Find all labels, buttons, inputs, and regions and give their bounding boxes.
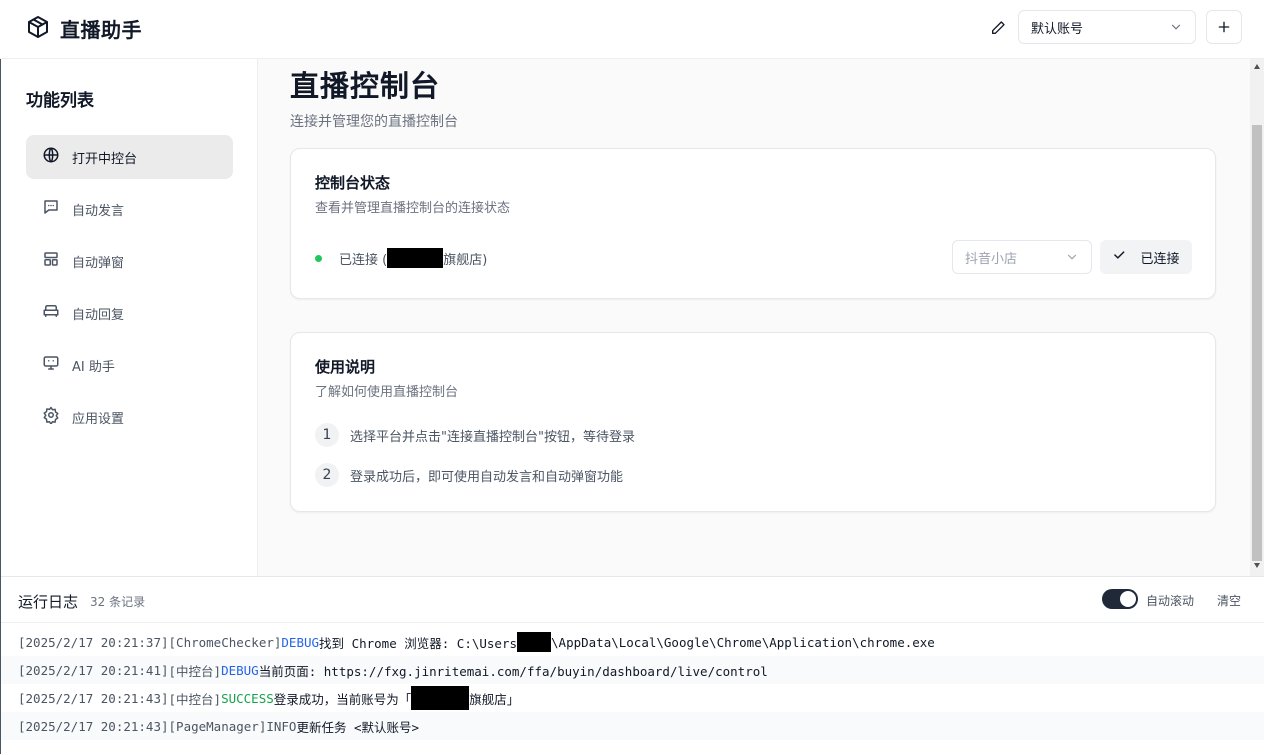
- gear-icon: [42, 406, 60, 428]
- connection-status: 已连接 ( 旗舰店): [315, 248, 487, 268]
- sidebar-item-label: 自动弹窗: [72, 255, 125, 271]
- log-level: DEBUG: [281, 634, 320, 650]
- sidebar-item-label: 应用设置: [72, 411, 125, 427]
- platform-select[interactable]: 抖音小店: [952, 240, 1092, 274]
- step-text: 选择平台并点击"连接直播控制台"按钮，等待登录: [350, 429, 635, 445]
- app-title: 直播助手: [60, 18, 142, 42]
- status-dot: [315, 254, 322, 262]
- log-level: DEBUG: [221, 662, 259, 678]
- card-description: 查看并管理直播控制台的连接状态: [315, 201, 511, 216]
- log-entry: [2025/2/17 20:21:43] [PageManager] INFO …: [1, 712, 1264, 740]
- card-title: 使用说明: [315, 358, 376, 376]
- platform-select-value: 抖音小店: [965, 251, 1018, 267]
- log-count: 32 条记录: [90, 595, 146, 609]
- account-select-value: 默认账号: [1031, 21, 1084, 37]
- log-message: 旗舰店」: [469, 691, 520, 707]
- usage-guide-card: 使用说明 了解如何使用直播控制台 1 选择平台并点击"连接直播控制台"按钮，等待…: [290, 332, 1216, 512]
- status-prefix: 已连接 (: [339, 252, 388, 268]
- step-number: 2: [315, 463, 339, 487]
- sidebar-item-auto-message[interactable]: 自动发言: [26, 187, 233, 231]
- account-select[interactable]: 默认账号: [1018, 10, 1196, 44]
- monitor-icon: [42, 354, 60, 376]
- log-level: SUCCESS: [221, 690, 274, 706]
- redacted-block: [517, 632, 552, 652]
- message-icon: [42, 198, 60, 220]
- sidebar-item-ai-assistant[interactable]: AI 助手: [26, 343, 233, 387]
- guide-step: 2 登录成功后，即可使用自动发言和自动弹窗功能: [315, 463, 623, 487]
- sidebar: 功能列表 打开中控台 自动发言 自动弹窗 自动回复 AI 助手 应用设置: [1, 59, 258, 576]
- clear-logs-button[interactable]: 清空: [1217, 592, 1241, 609]
- sidebar-item-label: 自动回复: [72, 307, 125, 323]
- log-timestamp: [2025/2/17 20:21:41]: [18, 662, 169, 678]
- scroll-down-arrow-icon[interactable]: [1250, 561, 1264, 573]
- page-subtitle: 连接并管理您的直播控制台: [290, 114, 458, 130]
- log-timestamp: [2025/2/17 20:21:43]: [18, 690, 169, 706]
- log-message: 当前页面: https://fxg.jinritemai.com/ffa/buy…: [258, 663, 768, 679]
- log-source: [中控台]: [168, 663, 222, 679]
- autoscroll-toggle[interactable]: [1102, 589, 1138, 609]
- autoscroll-label: 自动滚动: [1146, 594, 1195, 608]
- log-header: 运行日志 32 条记录 自动滚动 清空: [1, 577, 1264, 623]
- main-scrollbar[interactable]: [1250, 59, 1264, 576]
- log-source: [中控台]: [168, 691, 222, 707]
- layout-icon: [42, 250, 60, 272]
- edit-account-button[interactable]: [986, 16, 1010, 40]
- sidebar-item-label: 自动发言: [72, 203, 125, 219]
- log-timestamp: [2025/2/17 20:21:43]: [18, 718, 169, 734]
- package-icon: [26, 15, 50, 43]
- guide-step: 1 选择平台并点击"连接直播控制台"按钮，等待登录: [315, 423, 635, 447]
- connect-button-label: 已连接: [1140, 251, 1180, 267]
- card-title: 控制台状态: [315, 174, 391, 192]
- scroll-up-arrow-icon[interactable]: [1250, 63, 1264, 75]
- redacted-block: [387, 248, 444, 268]
- toggle-knob: [1120, 591, 1136, 607]
- log-source: [PageManager]: [168, 718, 267, 734]
- check-icon: [1112, 248, 1126, 266]
- sidebar-item-settings[interactable]: 应用设置: [26, 395, 233, 439]
- card-description: 了解如何使用直播控制台: [315, 385, 459, 400]
- log-entry: [2025/2/17 20:21:43] [中控台] SUCCESS 登录成功，…: [1, 684, 1264, 712]
- step-number: 1: [315, 423, 339, 447]
- status-suffix: 旗舰店): [443, 252, 488, 268]
- sofa-icon: [42, 302, 60, 324]
- sidebar-item-label: 打开中控台: [72, 151, 138, 167]
- log-entry: [2025/2/17 20:21:41] [中控台] DEBUG 当前页面: h…: [1, 656, 1264, 684]
- log-message: \AppData\Local\Google\Chrome\Application…: [551, 634, 935, 650]
- log-timestamp: [2025/2/17 20:21:37]: [18, 634, 169, 650]
- log-level: INFO: [266, 718, 297, 734]
- plus-icon: [1218, 21, 1230, 33]
- redacted-block: [411, 686, 470, 710]
- app-header: 直播助手 默认账号: [0, 0, 1264, 59]
- log-message: 更新任务 <默认账号>: [296, 719, 420, 735]
- main-content: 直播控制台 连接并管理您的直播控制台 控制台状态 查看并管理直播控制台的连接状态…: [258, 59, 1250, 576]
- sidebar-item-label: AI 助手: [72, 359, 115, 375]
- sidebar-item-auto-reply[interactable]: 自动回复: [26, 291, 233, 335]
- sidebar-title: 功能列表: [26, 91, 94, 111]
- add-account-button[interactable]: [1206, 10, 1242, 44]
- log-source: [ChromeChecker]: [168, 634, 282, 650]
- brand: 直播助手: [26, 14, 142, 43]
- globe-icon: [42, 146, 60, 168]
- chevron-down-icon: [1169, 20, 1183, 34]
- console-status-card: 控制台状态 查看并管理直播控制台的连接状态 已连接 ( 旗舰店) 抖音小店 已连…: [290, 148, 1216, 299]
- log-title: 运行日志: [18, 593, 79, 611]
- scrollbar-thumb[interactable]: [1252, 125, 1262, 561]
- log-message: 登录成功，当前账号为「: [273, 691, 412, 707]
- log-message: 找到 Chrome 浏览器: C:\Users: [319, 635, 518, 651]
- log-entry: [2025/2/17 20:21:37] [ChromeChecker] DEB…: [1, 628, 1264, 656]
- sidebar-item-auto-popup[interactable]: 自动弹窗: [26, 239, 233, 283]
- chevron-down-icon: [1065, 250, 1079, 264]
- page-title: 直播控制台: [290, 69, 441, 103]
- pencil-icon: [992, 21, 1005, 34]
- connect-button[interactable]: 已连接: [1100, 240, 1192, 274]
- log-panel: 运行日志 32 条记录 自动滚动 清空 [2025/2/17 20:21:37]…: [1, 576, 1264, 755]
- sidebar-item-open-console[interactable]: 打开中控台: [26, 135, 233, 179]
- step-text: 登录成功后，即可使用自动发言和自动弹窗功能: [350, 469, 624, 485]
